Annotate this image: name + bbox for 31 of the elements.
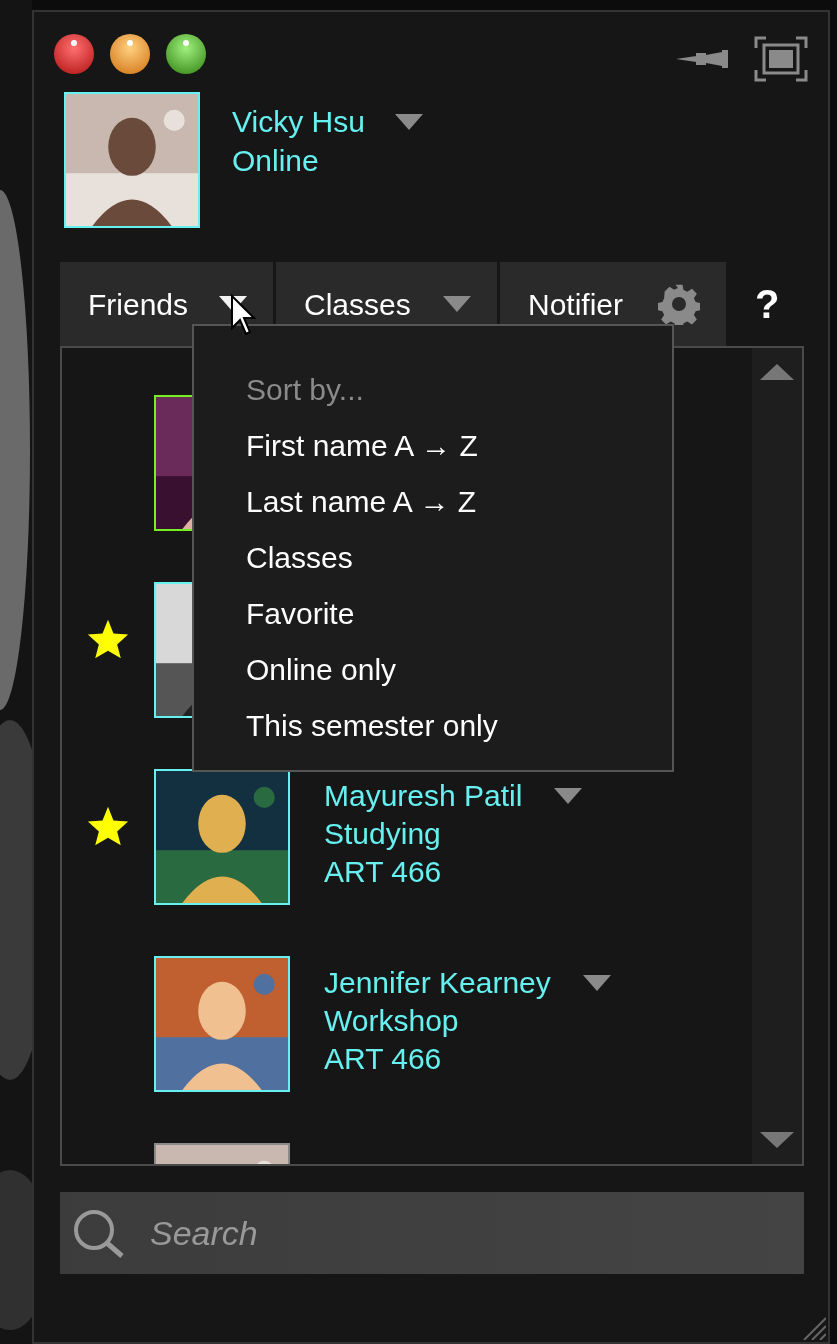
caret-icon xyxy=(394,113,423,130)
menu-item[interactable]: This semester only xyxy=(246,698,498,754)
window-control[interactable] xyxy=(166,34,206,74)
scroll-down-icon[interactable] xyxy=(760,1132,794,1148)
menu-item[interactable]: Online only xyxy=(246,642,397,698)
settings-icon xyxy=(658,283,700,325)
caret-icon xyxy=(443,296,471,312)
scrollbar[interactable] xyxy=(752,348,802,1164)
contact-name: Jennifer Kearney xyxy=(324,965,551,1001)
contact-class: ART 466 xyxy=(324,1041,443,1077)
profile-status: Online xyxy=(232,143,320,179)
profile-name: Vicky Hsu xyxy=(232,104,365,140)
menu-heading: Sort by... xyxy=(246,372,365,408)
contact-class: ART 466 xyxy=(324,854,443,890)
contact-status: Workshop xyxy=(324,1003,460,1039)
contact-status: Studying xyxy=(324,816,442,852)
window-control[interactable] xyxy=(54,34,94,74)
star-icon xyxy=(86,805,130,847)
menu-item[interactable]: Classes xyxy=(246,530,353,586)
window-control[interactable] xyxy=(110,34,150,74)
fullscreen-icon[interactable] xyxy=(754,36,808,82)
menu-item[interactable]: Last name A → Z xyxy=(246,474,477,530)
contact-name: Mayuresh Patil xyxy=(324,778,523,814)
menu-item[interactable]: First name A → Z xyxy=(246,418,478,474)
menu-item[interactable]: Favorite xyxy=(246,586,355,642)
search-field[interactable]: Search xyxy=(60,1192,804,1274)
caret-icon xyxy=(554,788,583,804)
caret-icon xyxy=(582,975,611,991)
scroll-up-icon[interactable] xyxy=(760,364,794,380)
star-icon xyxy=(86,618,130,660)
help-button[interactable]: ? xyxy=(755,274,780,334)
